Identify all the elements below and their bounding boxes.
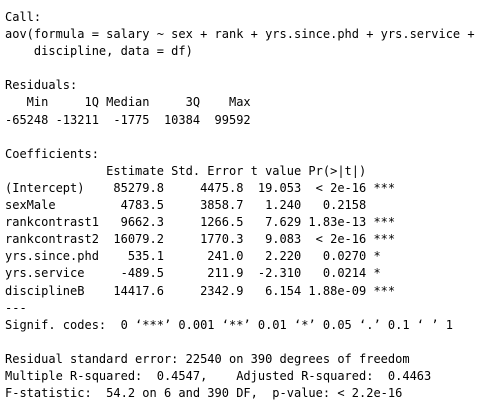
coefficient-row: yrs.service -489.5 211.9 -2.310 0.0214 * — [5, 266, 396, 281]
coefficients-header: Coefficients: — [5, 146, 99, 161]
coefficient-row: yrs.since.phd 535.1 241.0 2.220 0.0270 * — [5, 249, 396, 264]
f-statistic-line: F-statistic: 54.2 on 6 and 390 DF, p-val… — [5, 386, 403, 401]
coefficient-row: disciplineB 14417.6 2342.9 6.154 1.88e-0… — [5, 283, 396, 298]
separator-line: --- — [5, 300, 27, 315]
coefficient-row: rankcontrast2 16079.2 1770.3 9.083 < 2e-… — [5, 232, 396, 247]
r-console-output: Call: aov(formula = salary ~ sex + rank … — [5, 9, 480, 405]
call-formula-continuation: discipline, data = df) — [5, 44, 193, 59]
residuals-header: Residuals: — [5, 78, 78, 93]
coefficient-row: (Intercept) 85279.8 4475.8 19.053 < 2e-1… — [5, 180, 396, 195]
residuals-labels-row: Min 1Q Median 3Q Max — [5, 95, 251, 110]
coefficient-row: rankcontrast1 9662.3 1266.5 7.629 1.83e-… — [5, 215, 396, 230]
r-squared-line: Multiple R-squared: 0.4547, Adjusted R-s… — [5, 368, 439, 383]
signif-codes-line: Signif. codes: 0 ‘***’ 0.001 ‘**’ 0.01 ‘… — [5, 317, 453, 332]
call-formula-line: aov(formula = salary ~ sex + rank + yrs.… — [5, 27, 475, 42]
coefficient-row: sexMale 4783.5 3858.7 1.240 0.2158 — [5, 198, 396, 213]
call-header: Call: — [5, 10, 42, 24]
coefficients-column-headers: Estimate Std. Error t value Pr(>|t|) — [5, 163, 396, 178]
residuals-values-row: -65248 -13211 -1775 10384 99592 — [5, 112, 251, 127]
residual-standard-error-line: Residual standard error: 22540 on 390 de… — [5, 351, 410, 366]
